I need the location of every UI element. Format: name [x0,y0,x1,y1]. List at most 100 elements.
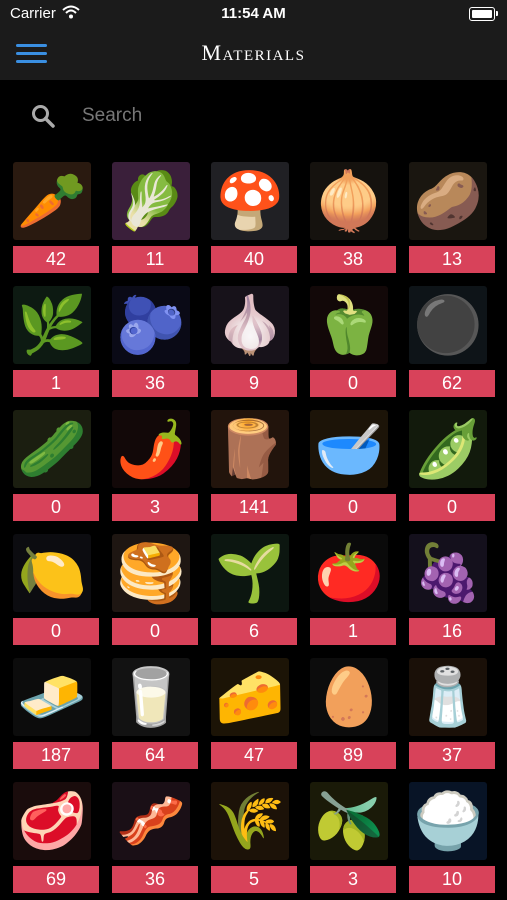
material-item[interactable]: 🍚 10 [409,782,495,894]
material-count: 42 [13,246,99,273]
material-item[interactable]: 🧀 47 [211,658,297,770]
material-item[interactable]: 🍇 16 [409,534,495,646]
material-item[interactable]: 🥒 0 [13,410,99,522]
material-image: 🌱 [211,534,289,612]
material-image: 🥕 [13,162,91,240]
material-item[interactable]: 🫒 3 [310,782,396,894]
garlic-icon: 🧄 [215,293,285,356]
material-count: 11 [112,246,198,273]
material-count: 3 [112,494,198,521]
material-count: 1 [310,618,396,645]
material-item[interactable]: 🥕 42 [13,162,99,274]
material-item[interactable]: 🥬 11 [112,162,198,274]
battery-icon [469,7,498,21]
search-input[interactable] [80,102,464,130]
material-item[interactable]: 🥚 89 [310,658,396,770]
material-count: 0 [310,494,396,521]
material-image: 🫒 [310,782,388,860]
material-count: 3 [310,866,396,893]
material-image: 🍄 [211,162,289,240]
material-count: 0 [13,494,99,521]
material-item[interactable]: 🌾 5 [211,782,297,894]
bell-pepper-icon: 🫑 [314,293,384,356]
material-item[interactable]: 🫑 0 [310,286,396,398]
milk-icon: 🥛 [116,665,186,728]
material-item[interactable]: 🫐 36 [112,286,198,398]
material-image: 🧄 [211,286,289,364]
material-image: 🫐 [112,286,190,364]
blackberries-icon: 🍇 [413,541,483,604]
cheese-icon: 🧀 [215,665,285,728]
flour-sack-icon: 🌾 [215,789,285,852]
blueberries-icon: 🫐 [116,293,186,356]
material-count: 62 [409,370,495,397]
material-image: 🥓 [112,782,190,860]
material-item[interactable]: 🪵 141 [211,410,297,522]
material-item[interactable]: 🌶️ 3 [112,410,198,522]
material-count: 13 [409,246,495,273]
material-item[interactable]: 🧈 187 [13,658,99,770]
carrot-icon: 🥕 [17,169,87,232]
material-count: 16 [409,618,495,645]
material-count: 0 [13,618,99,645]
status-bar: Carrier 11:54 AM [0,0,507,28]
butter-icon: 🧈 [17,665,87,728]
paprika-icon: 🥞 [116,541,186,604]
material-image: 🧀 [211,658,289,736]
material-image: 🍅 [310,534,388,612]
material-image: 🥚 [310,658,388,736]
material-count: 69 [13,866,99,893]
nav-bar: Materials [0,28,507,80]
material-item[interactable]: 🍄 40 [211,162,297,274]
potato-icon: 🥔 [413,169,483,232]
material-count: 36 [112,370,198,397]
peppercorns-icon: ⚫ [413,293,483,356]
material-item[interactable]: 🥣 0 [310,410,396,522]
lemon-icon: 🍋 [17,541,87,604]
material-image: 🧈 [13,658,91,736]
material-count: 47 [211,742,297,769]
material-item[interactable]: 🌿 1 [13,286,99,398]
search-icon [31,104,55,133]
material-item[interactable]: ⚫ 62 [409,286,495,398]
clock: 11:54 AM [221,5,286,22]
material-item[interactable]: 🌱 6 [211,534,297,646]
material-count: 187 [13,742,99,769]
material-image: 🥣 [310,410,388,488]
material-count: 1 [13,370,99,397]
material-item[interactable]: 🧄 9 [211,286,297,398]
material-image: 🍚 [409,782,487,860]
material-item[interactable]: 🥩 69 [13,782,99,894]
mushroom-icon: 🍄 [215,169,285,232]
material-count: 9 [211,370,297,397]
chili-icon: 🌶️ [116,417,186,480]
rice-pot-icon: 🍚 [413,789,483,852]
material-image: 🥛 [112,658,190,736]
material-item[interactable]: 🍋 0 [13,534,99,646]
material-item[interactable]: 🧂 37 [409,658,495,770]
material-item[interactable]: 🧅 38 [310,162,396,274]
material-count: 37 [409,742,495,769]
material-item[interactable]: 🥞 0 [112,534,198,646]
material-image: 🥬 [112,162,190,240]
material-image: 🥞 [112,534,190,612]
material-item[interactable]: 🫛 0 [409,410,495,522]
celery-icon: 🥒 [17,417,87,480]
material-image: 🧂 [409,658,487,736]
material-image: 🌶️ [112,410,190,488]
tomato-icon: 🍅 [314,541,384,604]
material-count: 141 [211,494,297,521]
bacon-icon: 🥓 [116,789,186,852]
basil-icon: 🌱 [215,541,285,604]
material-count: 36 [112,866,198,893]
onion-icon: 🧅 [314,169,384,232]
material-item[interactable]: 🥔 13 [409,162,495,274]
material-image: 🥩 [13,782,91,860]
material-item[interactable]: 🍅 1 [310,534,396,646]
material-item[interactable]: 🥛 64 [112,658,198,770]
material-count: 0 [409,494,495,521]
flour-bowl-icon: 🥣 [314,417,384,480]
materials-grid: 🥕 42 🥬 11 🍄 40 🧅 38 🥔 13 🌿 1 🫐 36 🧄 9 🫑 0 ⚫ 62 🥒 0 🌶️ 3 🪵 141 🥣 0 🫛 0… [13,162,495,894]
material-image: 🌿 [13,286,91,364]
material-item[interactable]: 🥓 36 [112,782,198,894]
